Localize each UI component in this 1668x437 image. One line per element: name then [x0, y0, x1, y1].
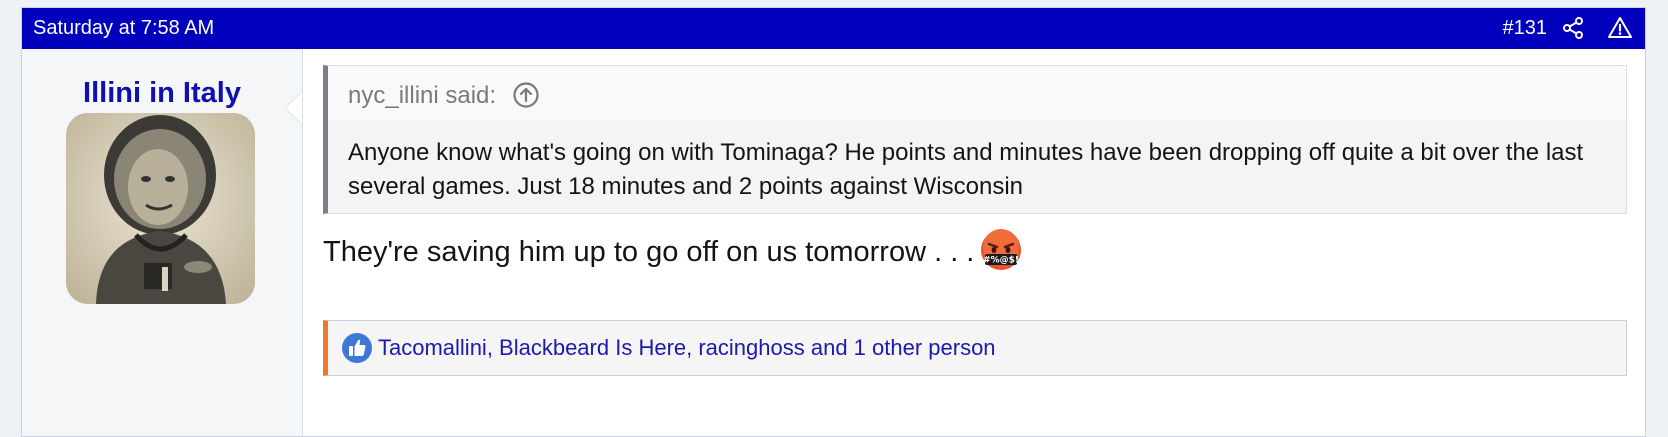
username-link[interactable]: Illini in Italy — [22, 75, 302, 111]
quote-header: nyc_illini said: — [328, 66, 1626, 121]
avatar-photo-icon — [66, 113, 255, 304]
reaction-users-link[interactable]: Tacomallini, Blackbeard Is Here, racingh… — [378, 333, 996, 363]
arrow-up-circle-icon[interactable] — [512, 81, 540, 109]
share-icon[interactable] — [1561, 16, 1585, 40]
post-header: Saturday at 7:58 AM #131 — [22, 8, 1645, 49]
svg-text:#%@$!: #%@$! — [983, 256, 1019, 266]
quote-block: nyc_illini said: Anyone know what's goin… — [323, 65, 1627, 214]
post-date[interactable]: Saturday at 7:58 AM — [33, 14, 214, 42]
warning-icon[interactable] — [1608, 16, 1632, 40]
user-sidebar: Illini in Italy — [22, 49, 303, 436]
reactions-bar: Tacomallini, Blackbeard Is Here, racingh… — [323, 320, 1627, 376]
message-body: They're saving him up to go off on us to… — [323, 229, 1022, 272]
thumbs-up-icon — [342, 333, 372, 363]
forum-post: Saturday at 7:58 AM #131 Illini in Italy — [21, 7, 1646, 437]
quote-text: Anyone know what's going on with Tominag… — [348, 139, 1584, 200]
message-pointer — [286, 92, 302, 124]
post-number[interactable]: #131 — [1503, 14, 1548, 42]
cursing-face-emoji: #%@$! — [981, 229, 1022, 271]
quote-author[interactable]: nyc_illini said: — [348, 81, 496, 111]
avatar[interactable] — [66, 113, 255, 304]
message-text: They're saving him up to go off on us to… — [323, 236, 975, 268]
